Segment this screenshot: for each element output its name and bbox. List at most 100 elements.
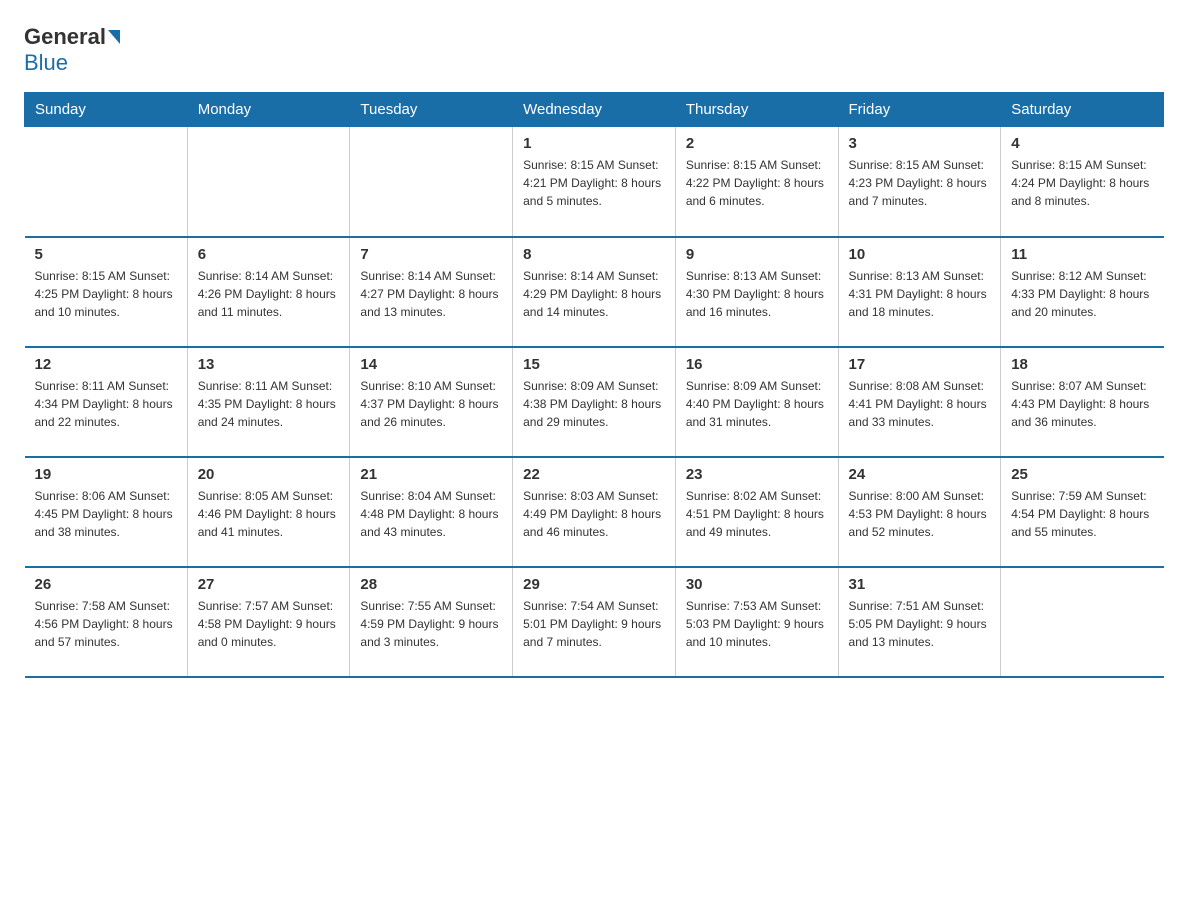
day-number: 25 — [1011, 466, 1153, 483]
day-number: 15 — [523, 356, 665, 373]
page-header: General Blue — [24, 24, 1164, 76]
calendar-header-row: SundayMondayTuesdayWednesdayThursdayFrid… — [25, 93, 1164, 127]
day-number: 27 — [198, 576, 340, 593]
calendar-cell: 24 Sunrise: 8:00 AM Sunset: 4:53 PM Dayli… — [838, 457, 1001, 567]
calendar-cell: 26 Sunrise: 7:58 AM Sunset: 4:56 PM Dayli… — [25, 567, 188, 677]
calendar-header-thursday: Thursday — [675, 93, 838, 127]
calendar-cell: 23Sunrise: 8:02 AM Sunset: 4:51 PM Dayli… — [675, 457, 838, 567]
day-number: 10 — [849, 246, 991, 263]
calendar-cell: 29 Sunrise: 7:54 AM Sunset: 5:01 PM Dayli… — [513, 567, 676, 677]
day-info: Sunrise: 8:08 AM Sunset: 4:41 PM Dayligh… — [849, 377, 991, 431]
day-number: 28 — [360, 576, 502, 593]
calendar-header-wednesday: Wednesday — [513, 93, 676, 127]
day-number: 5 — [35, 246, 177, 263]
day-info: Sunrise: 8:13 AM Sunset: 4:30 PM Dayligh… — [686, 267, 828, 321]
calendar-cell: 18 Sunrise: 8:07 AM Sunset: 4:43 PM Dayli… — [1001, 347, 1164, 457]
day-info: Sunrise: 8:05 AM Sunset: 4:46 PM Dayligh… — [198, 487, 340, 541]
calendar-header-saturday: Saturday — [1001, 93, 1164, 127]
calendar-cell: 11 Sunrise: 8:12 AM Sunset: 4:33 PM Dayli… — [1001, 237, 1164, 347]
day-info: Sunrise: 8:12 AM Sunset: 4:33 PM Dayligh… — [1011, 267, 1153, 321]
calendar-header-monday: Monday — [187, 93, 350, 127]
day-info: Sunrise: 8:00 AM Sunset: 4:53 PM Dayligh… — [849, 487, 991, 541]
day-number: 1 — [523, 135, 665, 152]
day-number: 7 — [360, 246, 502, 263]
day-number: 20 — [198, 466, 340, 483]
calendar-cell: 14Sunrise: 8:10 AM Sunset: 4:37 PM Dayli… — [350, 347, 513, 457]
day-number: 3 — [849, 135, 991, 152]
calendar-cell: 17 Sunrise: 8:08 AM Sunset: 4:41 PM Dayli… — [838, 347, 1001, 457]
logo: General Blue — [24, 24, 122, 76]
day-number: 26 — [35, 576, 177, 593]
calendar-cell — [25, 127, 188, 237]
day-info: Sunrise: 8:15 AM Sunset: 4:24 PM Dayligh… — [1011, 156, 1153, 210]
logo-arrow-icon — [108, 30, 120, 44]
calendar-cell: 16 Sunrise: 8:09 AM Sunset: 4:40 PM Dayli… — [675, 347, 838, 457]
calendar-cell — [187, 127, 350, 237]
day-number: 22 — [523, 466, 665, 483]
day-info: Sunrise: 7:51 AM Sunset: 5:05 PM Dayligh… — [849, 597, 991, 651]
day-info: Sunrise: 8:15 AM Sunset: 4:23 PM Dayligh… — [849, 156, 991, 210]
day-info: Sunrise: 8:15 AM Sunset: 4:22 PM Dayligh… — [686, 156, 828, 210]
day-info: Sunrise: 8:09 AM Sunset: 4:40 PM Dayligh… — [686, 377, 828, 431]
day-info: Sunrise: 8:07 AM Sunset: 4:43 PM Dayligh… — [1011, 377, 1153, 431]
calendar-cell: 9 Sunrise: 8:13 AM Sunset: 4:30 PM Daylig… — [675, 237, 838, 347]
calendar-cell — [1001, 567, 1164, 677]
calendar-cell: 25 Sunrise: 7:59 AM Sunset: 4:54 PM Dayli… — [1001, 457, 1164, 567]
calendar-cell: 13 Sunrise: 8:11 AM Sunset: 4:35 PM Dayli… — [187, 347, 350, 457]
day-number: 2 — [686, 135, 828, 152]
day-info: Sunrise: 8:06 AM Sunset: 4:45 PM Dayligh… — [35, 487, 177, 541]
day-number: 30 — [686, 576, 828, 593]
day-info: Sunrise: 8:14 AM Sunset: 4:27 PM Dayligh… — [360, 267, 502, 321]
calendar-cell: 5 Sunrise: 8:15 AM Sunset: 4:25 PM Daylig… — [25, 237, 188, 347]
day-info: Sunrise: 7:59 AM Sunset: 4:54 PM Dayligh… — [1011, 487, 1153, 541]
day-info: Sunrise: 8:15 AM Sunset: 4:25 PM Dayligh… — [35, 267, 177, 321]
calendar-cell: 7 Sunrise: 8:14 AM Sunset: 4:27 PM Daylig… — [350, 237, 513, 347]
day-number: 4 — [1011, 135, 1153, 152]
calendar-cell: 30 Sunrise: 7:53 AM Sunset: 5:03 PM Dayli… — [675, 567, 838, 677]
logo-general-text: General — [24, 24, 106, 50]
day-info: Sunrise: 8:02 AM Sunset: 4:51 PM Dayligh… — [686, 487, 828, 541]
day-number: 24 — [849, 466, 991, 483]
day-info: Sunrise: 8:13 AM Sunset: 4:31 PM Dayligh… — [849, 267, 991, 321]
calendar-cell: 20 Sunrise: 8:05 AM Sunset: 4:46 PM Dayli… — [187, 457, 350, 567]
day-info: Sunrise: 7:54 AM Sunset: 5:01 PM Dayligh… — [523, 597, 665, 651]
calendar-cell: 4 Sunrise: 8:15 AM Sunset: 4:24 PM Daylig… — [1001, 127, 1164, 237]
day-number: 31 — [849, 576, 991, 593]
calendar-cell: 15Sunrise: 8:09 AM Sunset: 4:38 PM Dayli… — [513, 347, 676, 457]
day-number: 19 — [35, 466, 177, 483]
day-info: Sunrise: 7:57 AM Sunset: 4:58 PM Dayligh… — [198, 597, 340, 651]
day-info: Sunrise: 8:11 AM Sunset: 4:35 PM Dayligh… — [198, 377, 340, 431]
logo-blue-text: Blue — [24, 50, 68, 76]
calendar-cell: 31 Sunrise: 7:51 AM Sunset: 5:05 PM Dayli… — [838, 567, 1001, 677]
calendar-week-row: 5 Sunrise: 8:15 AM Sunset: 4:25 PM Daylig… — [25, 237, 1164, 347]
calendar-cell: 10 Sunrise: 8:13 AM Sunset: 4:31 PM Dayli… — [838, 237, 1001, 347]
calendar-cell: 28Sunrise: 7:55 AM Sunset: 4:59 PM Dayli… — [350, 567, 513, 677]
day-number: 13 — [198, 356, 340, 373]
day-number: 9 — [686, 246, 828, 263]
calendar-cell: 19 Sunrise: 8:06 AM Sunset: 4:45 PM Dayli… — [25, 457, 188, 567]
calendar-week-row: 26 Sunrise: 7:58 AM Sunset: 4:56 PM Dayli… — [25, 567, 1164, 677]
day-number: 17 — [849, 356, 991, 373]
day-number: 18 — [1011, 356, 1153, 373]
day-number: 12 — [35, 356, 177, 373]
day-info: Sunrise: 7:58 AM Sunset: 4:56 PM Dayligh… — [35, 597, 177, 651]
calendar-week-row: 12Sunrise: 8:11 AM Sunset: 4:34 PM Dayli… — [25, 347, 1164, 457]
day-info: Sunrise: 8:04 AM Sunset: 4:48 PM Dayligh… — [360, 487, 502, 541]
day-number: 16 — [686, 356, 828, 373]
calendar-week-row: 1Sunrise: 8:15 AM Sunset: 4:21 PM Daylig… — [25, 127, 1164, 237]
calendar-header-tuesday: Tuesday — [350, 93, 513, 127]
calendar-cell: 1Sunrise: 8:15 AM Sunset: 4:21 PM Daylig… — [513, 127, 676, 237]
day-number: 21 — [360, 466, 502, 483]
day-number: 11 — [1011, 246, 1153, 263]
day-info: Sunrise: 8:03 AM Sunset: 4:49 PM Dayligh… — [523, 487, 665, 541]
day-number: 14 — [360, 356, 502, 373]
calendar-cell: 3 Sunrise: 8:15 AM Sunset: 4:23 PM Daylig… — [838, 127, 1001, 237]
calendar-week-row: 19 Sunrise: 8:06 AM Sunset: 4:45 PM Dayli… — [25, 457, 1164, 567]
calendar-cell: 21 Sunrise: 8:04 AM Sunset: 4:48 PM Dayli… — [350, 457, 513, 567]
day-number: 6 — [198, 246, 340, 263]
day-info: Sunrise: 8:14 AM Sunset: 4:26 PM Dayligh… — [198, 267, 340, 321]
calendar-cell: 8Sunrise: 8:14 AM Sunset: 4:29 PM Daylig… — [513, 237, 676, 347]
calendar-cell: 22 Sunrise: 8:03 AM Sunset: 4:49 PM Dayli… — [513, 457, 676, 567]
day-info: Sunrise: 7:53 AM Sunset: 5:03 PM Dayligh… — [686, 597, 828, 651]
day-number: 29 — [523, 576, 665, 593]
